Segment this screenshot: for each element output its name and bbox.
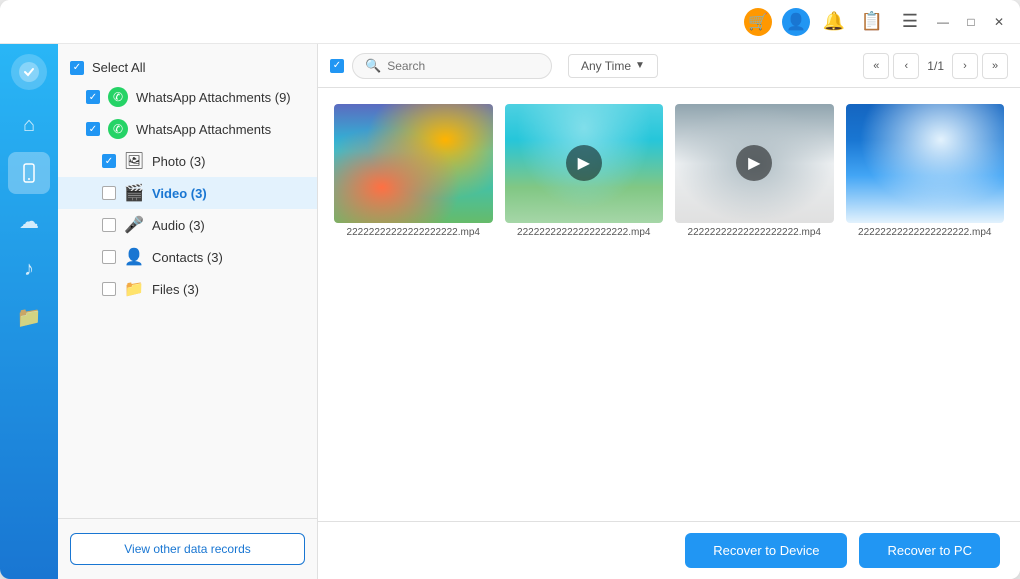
main-window: 🛒 👤 🔔 📋 ☰ — □ ✕ ⌂ — [0, 0, 1020, 579]
photo-checkbox[interactable]: ✓ — [102, 154, 116, 168]
nav-music[interactable]: ♪ — [8, 248, 50, 290]
media-grid: 22222222222222222222.mp4 ▶ 2222222222222… — [318, 88, 1020, 521]
maximize-button[interactable]: □ — [962, 13, 980, 31]
tree-item-files[interactable]: 📁 Files (3) — [58, 273, 317, 305]
prev-page-button[interactable]: ‹ — [893, 53, 919, 79]
media-filename: 22222222222222222222.mp4 — [334, 227, 493, 238]
files-checkbox[interactable] — [102, 282, 116, 296]
view-other-records-button[interactable]: View other data records — [70, 533, 305, 565]
tree-item-whatsapp-root[interactable]: ✓ ✆ WhatsApp Attachments (9) — [58, 81, 317, 113]
whatsapp-icon: ✆ — [108, 87, 128, 107]
menu-icon[interactable]: ☰ — [896, 8, 924, 36]
page-info: 1/1 — [923, 59, 948, 73]
bottom-bar: Recover to Device Recover to PC — [318, 521, 1020, 579]
content-panel: ✓ 🔍 Any Time ▼ « ‹ 1/1 › » — [318, 44, 1020, 579]
app-logo — [11, 54, 47, 90]
next-page-button[interactable]: › — [952, 53, 978, 79]
nav-files[interactable]: 📁 — [8, 296, 50, 338]
tree-item-whatsapp-sub[interactable]: ✓ ✆ WhatsApp Attachments — [58, 113, 317, 145]
audio-checkbox[interactable] — [102, 218, 116, 232]
play-button[interactable]: ▶ — [736, 145, 772, 181]
first-page-button[interactable]: « — [863, 53, 889, 79]
media-thumb[interactable]: ▶ — [675, 104, 834, 223]
tree-content: ✓ Select All ✓ ✆ WhatsApp Attachments (9… — [58, 44, 317, 518]
tree-item-video[interactable]: 🎬 Video (3) — [58, 177, 317, 209]
search-input[interactable] — [387, 59, 527, 73]
whatsapp-sub-checkbox[interactable]: ✓ — [86, 122, 100, 136]
tree-footer: View other data records — [58, 518, 317, 579]
select-all-item[interactable]: ✓ Select All — [58, 54, 317, 81]
search-icon: 🔍 — [365, 58, 381, 74]
select-all-label: Select All — [92, 60, 145, 75]
titlebar: 🛒 👤 🔔 📋 ☰ — □ ✕ — [0, 0, 1020, 44]
audio-label: Audio (3) — [152, 218, 205, 233]
main-content: ⌂ ☁ ♪ 📁 ✓ Select All ✓ — [0, 44, 1020, 579]
bell-icon[interactable]: 🔔 — [820, 8, 848, 36]
select-all-checkbox[interactable]: ✓ — [70, 61, 84, 75]
nav-device[interactable] — [8, 152, 50, 194]
files-label: Files (3) — [152, 282, 199, 297]
user-icon[interactable]: 👤 — [782, 8, 810, 36]
titlebar-actions: 🛒 👤 🔔 📋 ☰ — □ ✕ — [744, 8, 1008, 36]
photo-icon: 🖼 — [124, 151, 144, 171]
photo-label: Photo (3) — [152, 154, 205, 169]
recover-to-device-button[interactable]: Recover to Device — [685, 533, 847, 568]
media-thumb[interactable]: ▶ — [505, 104, 664, 223]
tree-item-photo[interactable]: ✓ 🖼 Photo (3) — [58, 145, 317, 177]
search-box: 🔍 — [352, 53, 552, 79]
media-item: ▶ 22222222222222222222.mp4 — [675, 104, 834, 238]
minimize-button[interactable]: — — [934, 13, 952, 31]
files-icon: 📁 — [124, 279, 144, 299]
content-select-all-checkbox[interactable]: ✓ — [330, 59, 344, 73]
close-button[interactable]: ✕ — [990, 13, 1008, 31]
whatsapp-sub-label: WhatsApp Attachments — [136, 122, 271, 137]
whatsapp-sub-icon: ✆ — [108, 119, 128, 139]
whatsapp-root-checkbox[interactable]: ✓ — [86, 90, 100, 104]
tree-item-contacts[interactable]: 👤 Contacts (3) — [58, 241, 317, 273]
media-item: 22222222222222222222.mp4 — [846, 104, 1005, 238]
recover-to-pc-button[interactable]: Recover to PC — [859, 533, 1000, 568]
video-checkbox[interactable] — [102, 186, 116, 200]
tree-panel: ✓ Select All ✓ ✆ WhatsApp Attachments (9… — [58, 44, 318, 579]
content-toolbar: ✓ 🔍 Any Time ▼ « ‹ 1/1 › » — [318, 44, 1020, 88]
pagination: « ‹ 1/1 › » — [863, 53, 1008, 79]
audio-icon: 🎤 — [124, 215, 144, 235]
contacts-icon: 👤 — [124, 247, 144, 267]
contacts-label: Contacts (3) — [152, 250, 223, 265]
tree-item-audio[interactable]: 🎤 Audio (3) — [58, 209, 317, 241]
left-nav: ⌂ ☁ ♪ 📁 — [0, 44, 58, 579]
nav-home[interactable]: ⌂ — [8, 104, 50, 146]
media-item: 22222222222222222222.mp4 — [334, 104, 493, 238]
last-page-button[interactable]: » — [982, 53, 1008, 79]
video-label: Video (3) — [152, 186, 207, 201]
doc-icon[interactable]: 📋 — [858, 8, 886, 36]
video-icon: 🎬 — [124, 183, 144, 203]
media-item: ▶ 22222222222222222222.mp4 — [505, 104, 664, 238]
contacts-checkbox[interactable] — [102, 250, 116, 264]
media-filename: 22222222222222222222.mp4 — [675, 227, 834, 238]
media-thumb[interactable] — [846, 104, 1005, 223]
media-thumb[interactable] — [334, 104, 493, 223]
chevron-down-icon: ▼ — [635, 60, 645, 71]
whatsapp-root-label: WhatsApp Attachments (9) — [136, 90, 291, 105]
media-filename: 22222222222222222222.mp4 — [846, 227, 1005, 238]
nav-cloud[interactable]: ☁ — [8, 200, 50, 242]
time-filter[interactable]: Any Time ▼ — [568, 54, 658, 78]
play-button[interactable]: ▶ — [566, 145, 602, 181]
time-filter-label: Any Time — [581, 59, 631, 73]
media-filename: 22222222222222222222.mp4 — [505, 227, 664, 238]
cart-icon[interactable]: 🛒 — [744, 8, 772, 36]
